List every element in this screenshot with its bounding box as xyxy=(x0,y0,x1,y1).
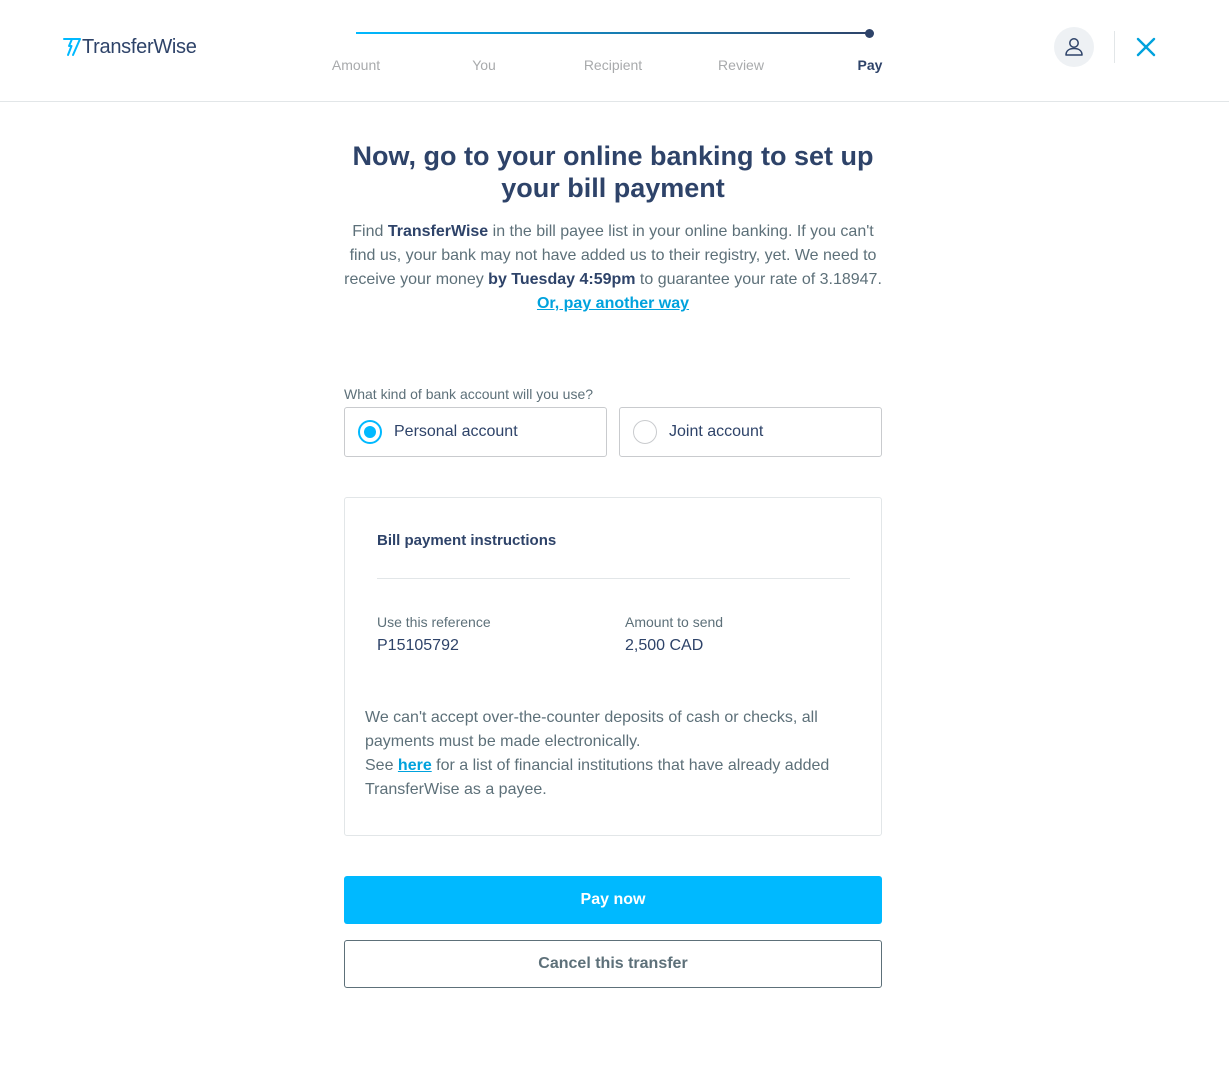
reference-value: P15105792 xyxy=(377,637,459,654)
top-header: TransferWise Amount You Recipient Review… xyxy=(0,0,1229,102)
progress-stepper: Amount You Recipient Review Pay xyxy=(330,24,890,84)
financial-institutions-link[interactable]: here xyxy=(398,757,432,774)
step-amount[interactable]: Amount xyxy=(332,57,380,73)
joint-account-label: Joint account xyxy=(669,423,764,440)
profile-button[interactable] xyxy=(1054,27,1094,67)
stepper-current-dot xyxy=(865,29,874,38)
instructions-note: We can't accept over-the-counter deposit… xyxy=(365,706,865,802)
amount-label: Amount to send xyxy=(625,614,724,630)
intro-text: Find TransferWise in the bill payee list… xyxy=(344,220,882,292)
page-title: Now, go to your online banking to set up… xyxy=(352,141,874,203)
radio-joint-account[interactable] xyxy=(633,420,657,444)
stepper-track xyxy=(356,32,870,34)
logo-wordmark: TransferWise xyxy=(82,36,197,58)
note-rest: for a list of financial institutions tha… xyxy=(365,757,830,798)
instructions-divider xyxy=(377,578,850,579)
cancel-transfer-button[interactable]: Cancel this transfer xyxy=(344,940,882,988)
step-review[interactable]: Review xyxy=(718,57,764,73)
note-line1: We can't accept over-the-counter deposit… xyxy=(365,709,818,750)
header-divider xyxy=(1114,31,1115,63)
close-icon xyxy=(1136,37,1156,57)
step-recipient[interactable]: Recipient xyxy=(584,57,642,73)
pay-now-button[interactable]: Pay now xyxy=(344,876,882,924)
intro-text-part1: Find xyxy=(352,223,388,240)
instructions-title: Bill payment instructions xyxy=(377,532,557,549)
bill-payment-instructions-card: Bill payment instructions Use this refer… xyxy=(344,497,882,836)
user-icon xyxy=(1065,38,1083,56)
amount-value: 2,500 CAD xyxy=(625,637,704,654)
main-content: Now, go to your online banking to set up… xyxy=(344,140,882,316)
personal-account-label: Personal account xyxy=(394,423,518,440)
step-pay: Pay xyxy=(857,57,883,73)
transferwise-logo[interactable]: TransferWise xyxy=(63,30,197,58)
pay-another-way-link[interactable]: Or, pay another way xyxy=(344,292,882,316)
intro-brand-name: TransferWise xyxy=(387,223,489,240)
step-you[interactable]: You xyxy=(472,57,496,73)
close-button[interactable] xyxy=(1134,35,1158,59)
radio-personal-account[interactable] xyxy=(358,420,382,444)
intro-text-part3: to guarantee your rate of 3.18947. xyxy=(635,271,882,288)
joint-account-option[interactable]: Joint account xyxy=(619,407,882,457)
transferwise-logo-icon xyxy=(63,38,81,56)
intro-deadline: by Tuesday 4:59pm xyxy=(488,271,636,288)
reference-label: Use this reference xyxy=(377,614,491,630)
personal-account-option[interactable]: Personal account xyxy=(344,407,607,457)
stepper-progress-fill xyxy=(356,32,870,34)
note-see: See xyxy=(365,757,398,774)
account-type-question: What kind of bank account will you use? xyxy=(344,386,594,402)
